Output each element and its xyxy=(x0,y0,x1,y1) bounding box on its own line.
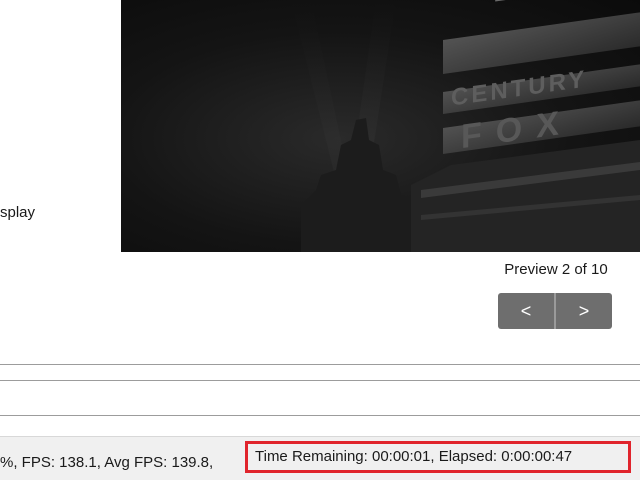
divider xyxy=(0,415,640,416)
display-setting-label: splay xyxy=(0,204,36,221)
video-preview: 20 CENTURY FOX xyxy=(121,0,640,252)
logo-text-top: 20 xyxy=(493,0,564,16)
monument-base xyxy=(411,140,640,252)
divider xyxy=(0,380,640,381)
encoder-window: splay CENTURY FOX Preview 2 of 10 < > %,… xyxy=(0,0,640,480)
next-preview-button[interactable]: > xyxy=(554,293,612,329)
time-remaining-highlight: Time Remaining: 00:00:01, Elapsed: 0:00:… xyxy=(245,441,631,473)
status-bar: %, FPS: 138.1, Avg FPS: 139.8, Time Rema… xyxy=(0,436,640,480)
encoding-progress-text: %, FPS: 138.1, Avg FPS: 139.8, xyxy=(0,454,214,471)
preview-counter: Preview 2 of 10 xyxy=(504,261,608,278)
divider xyxy=(0,364,640,365)
preview-frame-image: 20 CENTURY FOX xyxy=(291,0,640,252)
preview-navigation: < > xyxy=(498,293,612,329)
tower-silhouette xyxy=(301,118,421,252)
previous-preview-button[interactable]: < xyxy=(498,293,554,329)
logo-text-bottom: FOX xyxy=(461,103,573,157)
